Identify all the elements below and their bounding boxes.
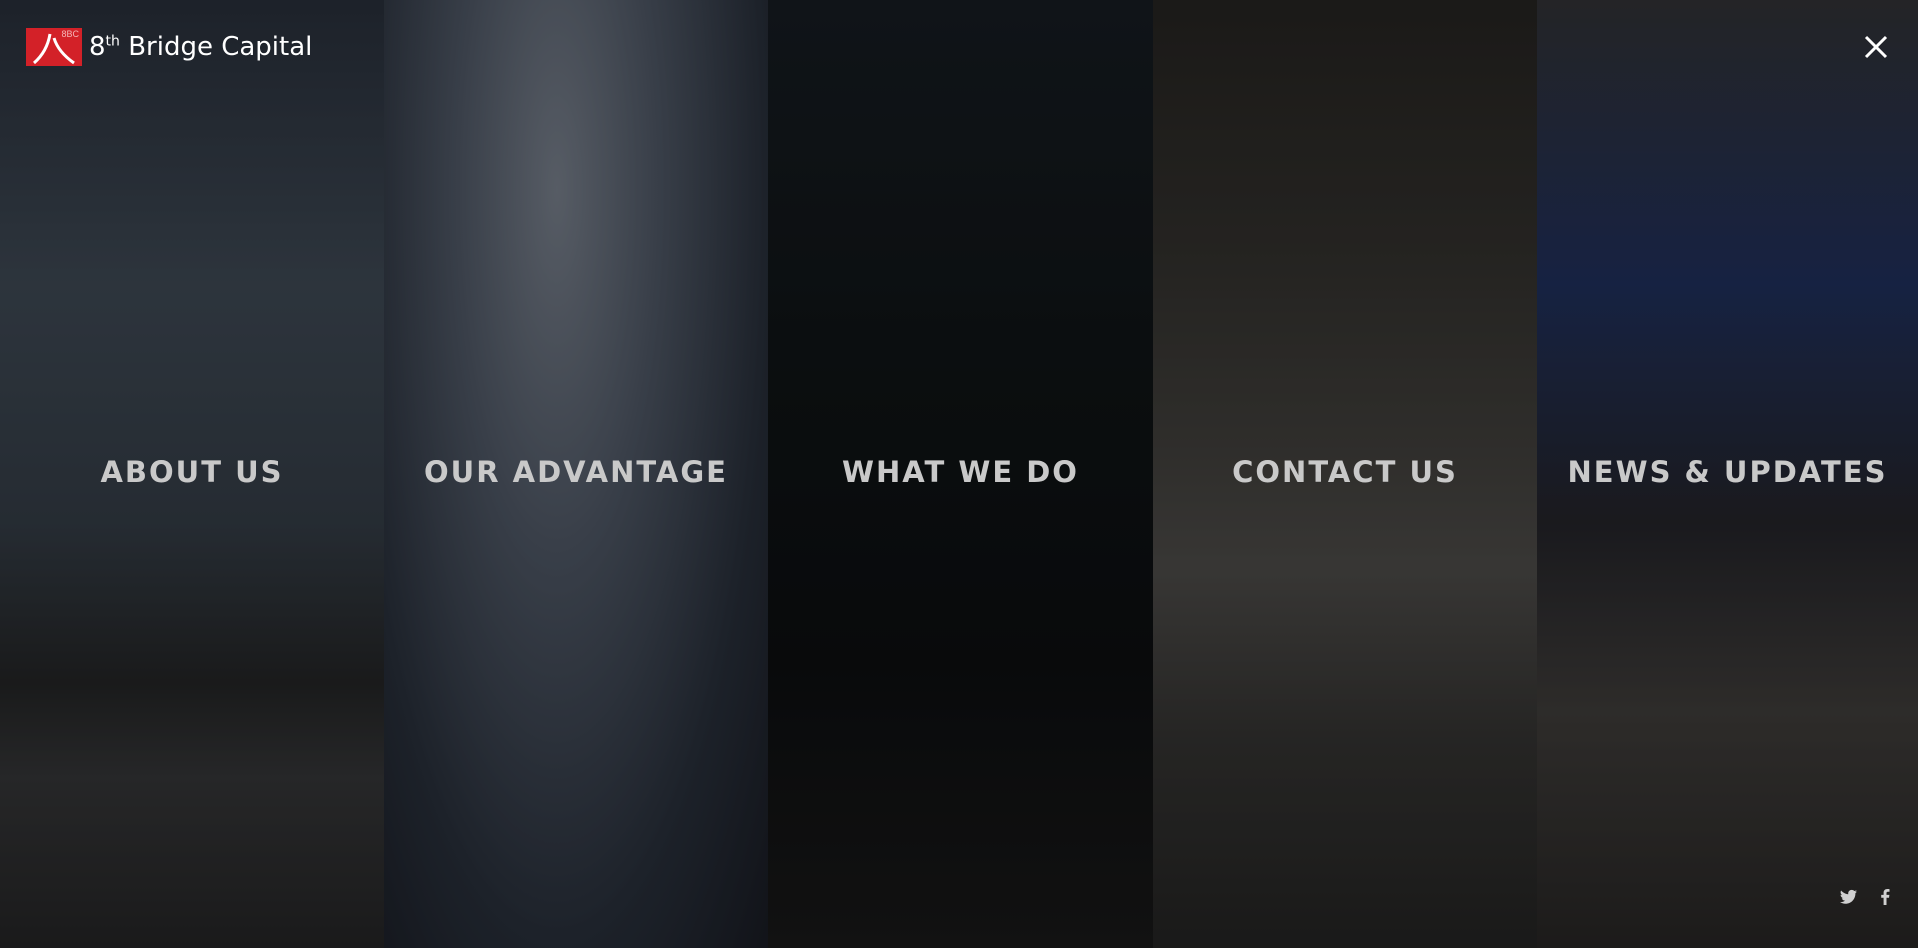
nav-panel-contact-us[interactable]: CONTACT US — [1153, 0, 1537, 948]
twitter-icon[interactable] — [1840, 889, 1858, 910]
nav-panel-news-updates[interactable]: NEWS & UPDATES — [1537, 0, 1918, 948]
brand-logo[interactable]: 8BC 8th Bridge Capital — [26, 28, 312, 66]
nav-panel-what-we-do[interactable]: WHAT WE DO — [768, 0, 1153, 948]
nav-label-what-we-do: WHAT WE DO — [842, 455, 1079, 489]
menu-panels: ABOUT US OUR ADVANTAGE WHAT WE DO CONTAC… — [0, 0, 1918, 948]
nav-panel-about-us[interactable]: ABOUT US — [0, 0, 384, 948]
logo-mark: 8BC — [26, 28, 82, 66]
nav-label-contact-us: CONTACT US — [1232, 455, 1458, 489]
facebook-icon[interactable] — [1880, 889, 1890, 910]
logo-mark-text: 8BC — [61, 29, 79, 39]
nav-label-our-advantage: OUR ADVANTAGE — [424, 455, 728, 489]
nav-panel-our-advantage[interactable]: OUR ADVANTAGE — [384, 0, 768, 948]
close-icon[interactable] — [1858, 29, 1894, 65]
social-links — [1840, 889, 1890, 910]
nav-label-news-updates: NEWS & UPDATES — [1567, 455, 1888, 489]
brand-name: 8th Bridge Capital — [89, 32, 313, 62]
nav-label-about-us: ABOUT US — [100, 455, 284, 489]
